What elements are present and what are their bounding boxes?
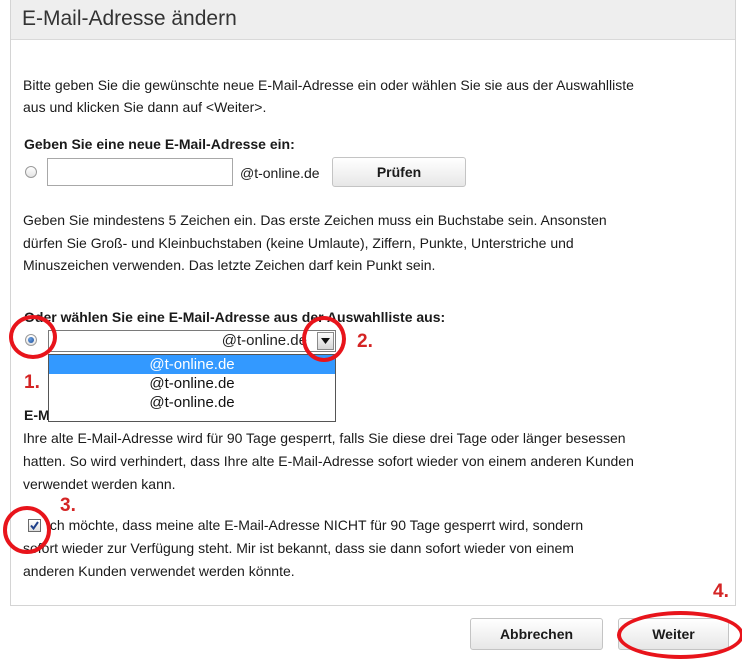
dropdown-option[interactable]: @t-online.de (49, 393, 335, 412)
new-email-input[interactable] (47, 158, 233, 186)
intro-line-1: Bitte geben Sie die gewünschte neue E-Ma… (23, 77, 634, 93)
hint-line-2: dürfen Sie Groß- und Kleinbuchstaben (ke… (23, 235, 574, 251)
email-select[interactable]: @t-online.de (48, 330, 336, 352)
annotation-circle-2 (302, 316, 346, 362)
annotation-circle-3 (3, 506, 51, 554)
old-address-text-2: hatten. So wird verhindert, dass Ihre al… (23, 453, 634, 469)
new-address-radio[interactable] (25, 166, 37, 178)
checkbox-label-2[interactable]: sofort wieder zur Verfügung steht. Mir i… (23, 537, 574, 560)
checkbox-label-3[interactable]: anderen Kunden verwendet werden könnte. (23, 560, 295, 583)
dropdown-option[interactable]: @t-online.de (49, 374, 335, 393)
hint-line-3: Minuszeichen verwenden. Das letzte Zeich… (23, 257, 436, 273)
annotation-step-1: 1. (24, 372, 40, 393)
annotation-step-4: 4. (713, 581, 729, 602)
annotation-step-3: 3. (60, 495, 76, 516)
select-selected-value: @t-online.de (221, 332, 307, 349)
annotation-step-2: 2. (357, 331, 373, 352)
old-address-text-3: verwendet werden kann. (23, 476, 176, 492)
email-dropdown-list[interactable]: @t-online.de @t-online.de @t-online.de (48, 354, 336, 422)
old-address-heading: E-M (24, 407, 50, 423)
old-address-text-1: Ihre alte E-Mail-Adresse wird für 90 Tag… (23, 430, 626, 446)
dropdown-option[interactable]: @t-online.de (49, 355, 335, 374)
check-button[interactable]: Prüfen (332, 157, 466, 187)
annotation-circle-1 (9, 315, 57, 359)
intro-line-2: aus und klicken Sie dann auf <Weiter>. (23, 99, 267, 115)
hint-line-1: Geben Sie mindestens 5 Zeichen ein. Das … (23, 212, 607, 228)
select-list-heading: Oder wählen Sie eine E-Mail-Adresse aus … (24, 309, 446, 325)
new-address-heading: Geben Sie eine neue E-Mail-Adresse ein: (24, 136, 295, 152)
dialog-panel: E-Mail-Adresse ändern Bitte geben Sie di… (10, 0, 736, 606)
cancel-button[interactable]: Abbrechen (470, 618, 603, 650)
annotation-circle-4 (617, 611, 742, 659)
title-bar: E-Mail-Adresse ändern (11, 0, 735, 40)
checkbox-label-1[interactable]: Ich möchte, dass meine alte E-Mail-Adres… (46, 514, 583, 537)
domain-suffix: @t-online.de (240, 165, 320, 181)
page-title: E-Mail-Adresse ändern (22, 7, 237, 30)
